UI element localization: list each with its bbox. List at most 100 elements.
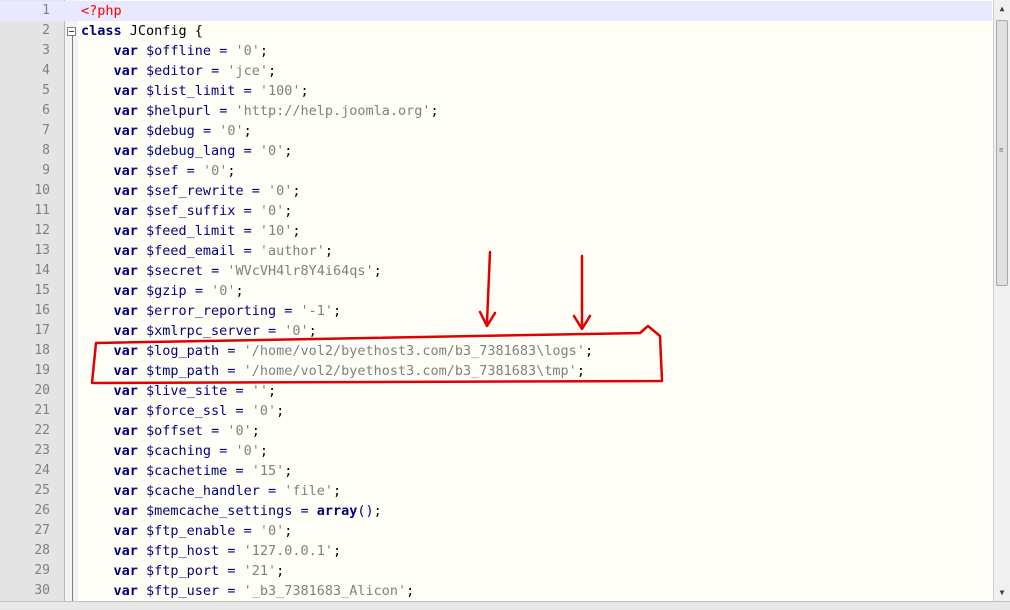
code-line[interactable]: 26 var $memcache_settings = array(); xyxy=(0,501,992,521)
scroll-up-button[interactable]: ▲ xyxy=(994,0,1010,17)
code-token: var xyxy=(113,163,138,179)
code-line[interactable]: 2 class JConfig { xyxy=(0,21,992,41)
code-token: ; xyxy=(259,443,268,459)
code-token: $ftp_enable xyxy=(137,523,236,539)
code-token: $cachetime xyxy=(137,463,228,479)
code-token: = xyxy=(259,323,285,339)
code-line[interactable]: 27 var $ftp_enable = '0'; xyxy=(0,521,992,541)
code-token: '0' xyxy=(227,423,252,439)
code-line[interactable]: 18 var $log_path = '/home/vol2/byethost3… xyxy=(0,341,992,361)
code-text: var $helpurl = 'http://help.joomla.org'; xyxy=(81,101,439,121)
code-line[interactable]: 3 var $offline = '0'; xyxy=(0,41,992,61)
code-line[interactable]: 20 var $live_site = ''; xyxy=(0,381,992,401)
line-number: 10 xyxy=(34,183,50,198)
code-line[interactable]: 30 var $ftp_user = '_b3_7381683_Alicon'; xyxy=(0,581,992,601)
line-number: 26 xyxy=(34,503,50,518)
code-token: $force_ssl xyxy=(137,403,228,419)
code-line[interactable]: 19 var $tmp_path = '/home/vol2/byethost3… xyxy=(0,361,992,381)
code-text: var $debug_lang = '0'; xyxy=(81,141,293,161)
code-line[interactable]: 5 var $list_limit = '100'; xyxy=(0,81,992,101)
code-token: $caching xyxy=(137,443,212,459)
line-number: 8 xyxy=(42,143,50,158)
code-line[interactable]: 22 var $offset = '0'; xyxy=(0,421,992,441)
line-number: 27 xyxy=(34,523,50,538)
code-line[interactable]: 28 var $ftp_host = '127.0.0.1'; xyxy=(0,541,992,561)
code-line[interactable]: 21 var $force_ssl = '0'; xyxy=(0,401,992,421)
code-text: var $offset = '0'; xyxy=(81,421,260,441)
code-token: $debug xyxy=(137,123,195,139)
code-text: var $log_path = '/home/vol2/byethost3.co… xyxy=(81,341,594,361)
code-token: = xyxy=(178,163,203,179)
code-token: var xyxy=(113,103,138,119)
code-text: var $feed_email = 'author'; xyxy=(81,241,334,261)
code-line[interactable]: 10 var $sef_rewrite = '0'; xyxy=(0,181,992,201)
code-token: ; xyxy=(243,123,252,139)
line-number: 29 xyxy=(34,563,50,578)
scrollbar-thumb[interactable]: ≡ xyxy=(996,20,1008,286)
code-token: var xyxy=(113,383,138,399)
code-token: '_b3_7381683_Alicon' xyxy=(243,583,407,599)
code-line[interactable]: 6 var $helpurl = 'http://help.joomla.org… xyxy=(0,101,992,121)
code-line[interactable]: 4 var $editor = 'jce'; xyxy=(0,61,992,81)
code-editor[interactable]: 1 <?php 2 class JConfig {3 var $offline = '… xyxy=(0,0,1010,610)
line-number: 15 xyxy=(34,283,50,298)
code-token: = xyxy=(276,303,301,319)
triangle-down-icon: ▼ xyxy=(999,588,1005,597)
code-text: var $gzip = '0'; xyxy=(81,281,244,301)
code-line[interactable]: 8 var $debug_lang = '0'; xyxy=(0,141,992,161)
code-token: ; xyxy=(251,423,260,439)
code-line[interactable]: 23 var $caching = '0'; xyxy=(0,441,992,461)
code-text: var $editor = 'jce'; xyxy=(81,61,277,81)
line-number: 13 xyxy=(34,243,50,258)
code-token: var xyxy=(113,543,138,559)
code-text: var $list_limit = '100'; xyxy=(81,81,309,101)
code-line[interactable]: 15 var $gzip = '0'; xyxy=(0,281,992,301)
code-token: $ftp_host xyxy=(137,543,220,559)
code-token: = xyxy=(235,143,260,159)
code-line[interactable]: 12 var $feed_limit = '10'; xyxy=(0,221,992,241)
code-text: var $ftp_port = '21'; xyxy=(81,561,285,581)
code-token: $helpurl xyxy=(137,103,212,119)
code-token: var xyxy=(113,283,138,299)
code-line[interactable]: 16 var $error_reporting = '-1'; xyxy=(0,301,992,321)
code-text: <?php xyxy=(81,1,122,21)
code-line[interactable]: 29 var $ftp_port = '21'; xyxy=(0,561,992,581)
scroll-down-button[interactable]: ▼ xyxy=(994,584,1010,601)
code-token: = xyxy=(227,383,252,399)
code-line[interactable]: 11 var $sef_suffix = '0'; xyxy=(0,201,992,221)
code-token: var xyxy=(113,523,138,539)
code-text: var $debug = '0'; xyxy=(81,121,252,141)
code-line[interactable]: 13 var $feed_email = 'author'; xyxy=(0,241,992,261)
code-token: var xyxy=(113,223,138,239)
code-token: = xyxy=(219,363,244,379)
code-line[interactable]: 14 var $secret = 'WVcVH4lr8Y4i64qs'; xyxy=(0,261,992,281)
code-token: ; xyxy=(584,343,594,359)
code-line[interactable]: 25 var $cache_handler = 'file'; xyxy=(0,481,992,501)
code-token: '0' xyxy=(251,403,277,419)
code-token: ; xyxy=(276,563,285,579)
code-token: = xyxy=(235,203,260,219)
code-line[interactable]: 17 var $xmlrpc_server = '0'; xyxy=(0,321,992,341)
code-line[interactable]: 24 var $cachetime = '15'; xyxy=(0,461,992,481)
code-token: = xyxy=(202,423,228,439)
code-line[interactable]: 1 <?php xyxy=(0,1,992,21)
code-token: = xyxy=(219,343,244,359)
vertical-scrollbar[interactable]: ▲ ≡ ▼ xyxy=(993,0,1010,609)
code-text: var $error_reporting = '-1'; xyxy=(81,301,342,321)
code-line[interactable]: 9 var $sef = '0'; xyxy=(0,161,992,181)
code-line[interactable]: 7 var $debug = '0'; xyxy=(0,121,992,141)
line-number: 20 xyxy=(34,383,50,398)
code-token: = xyxy=(211,443,236,459)
code-token: ; xyxy=(267,383,277,399)
code-area[interactable]: 1 <?php 2 class JConfig {3 var $offline = '… xyxy=(0,1,992,601)
code-token: '0' xyxy=(259,143,285,159)
code-token: var xyxy=(113,263,138,279)
code-token: ; xyxy=(332,303,342,319)
